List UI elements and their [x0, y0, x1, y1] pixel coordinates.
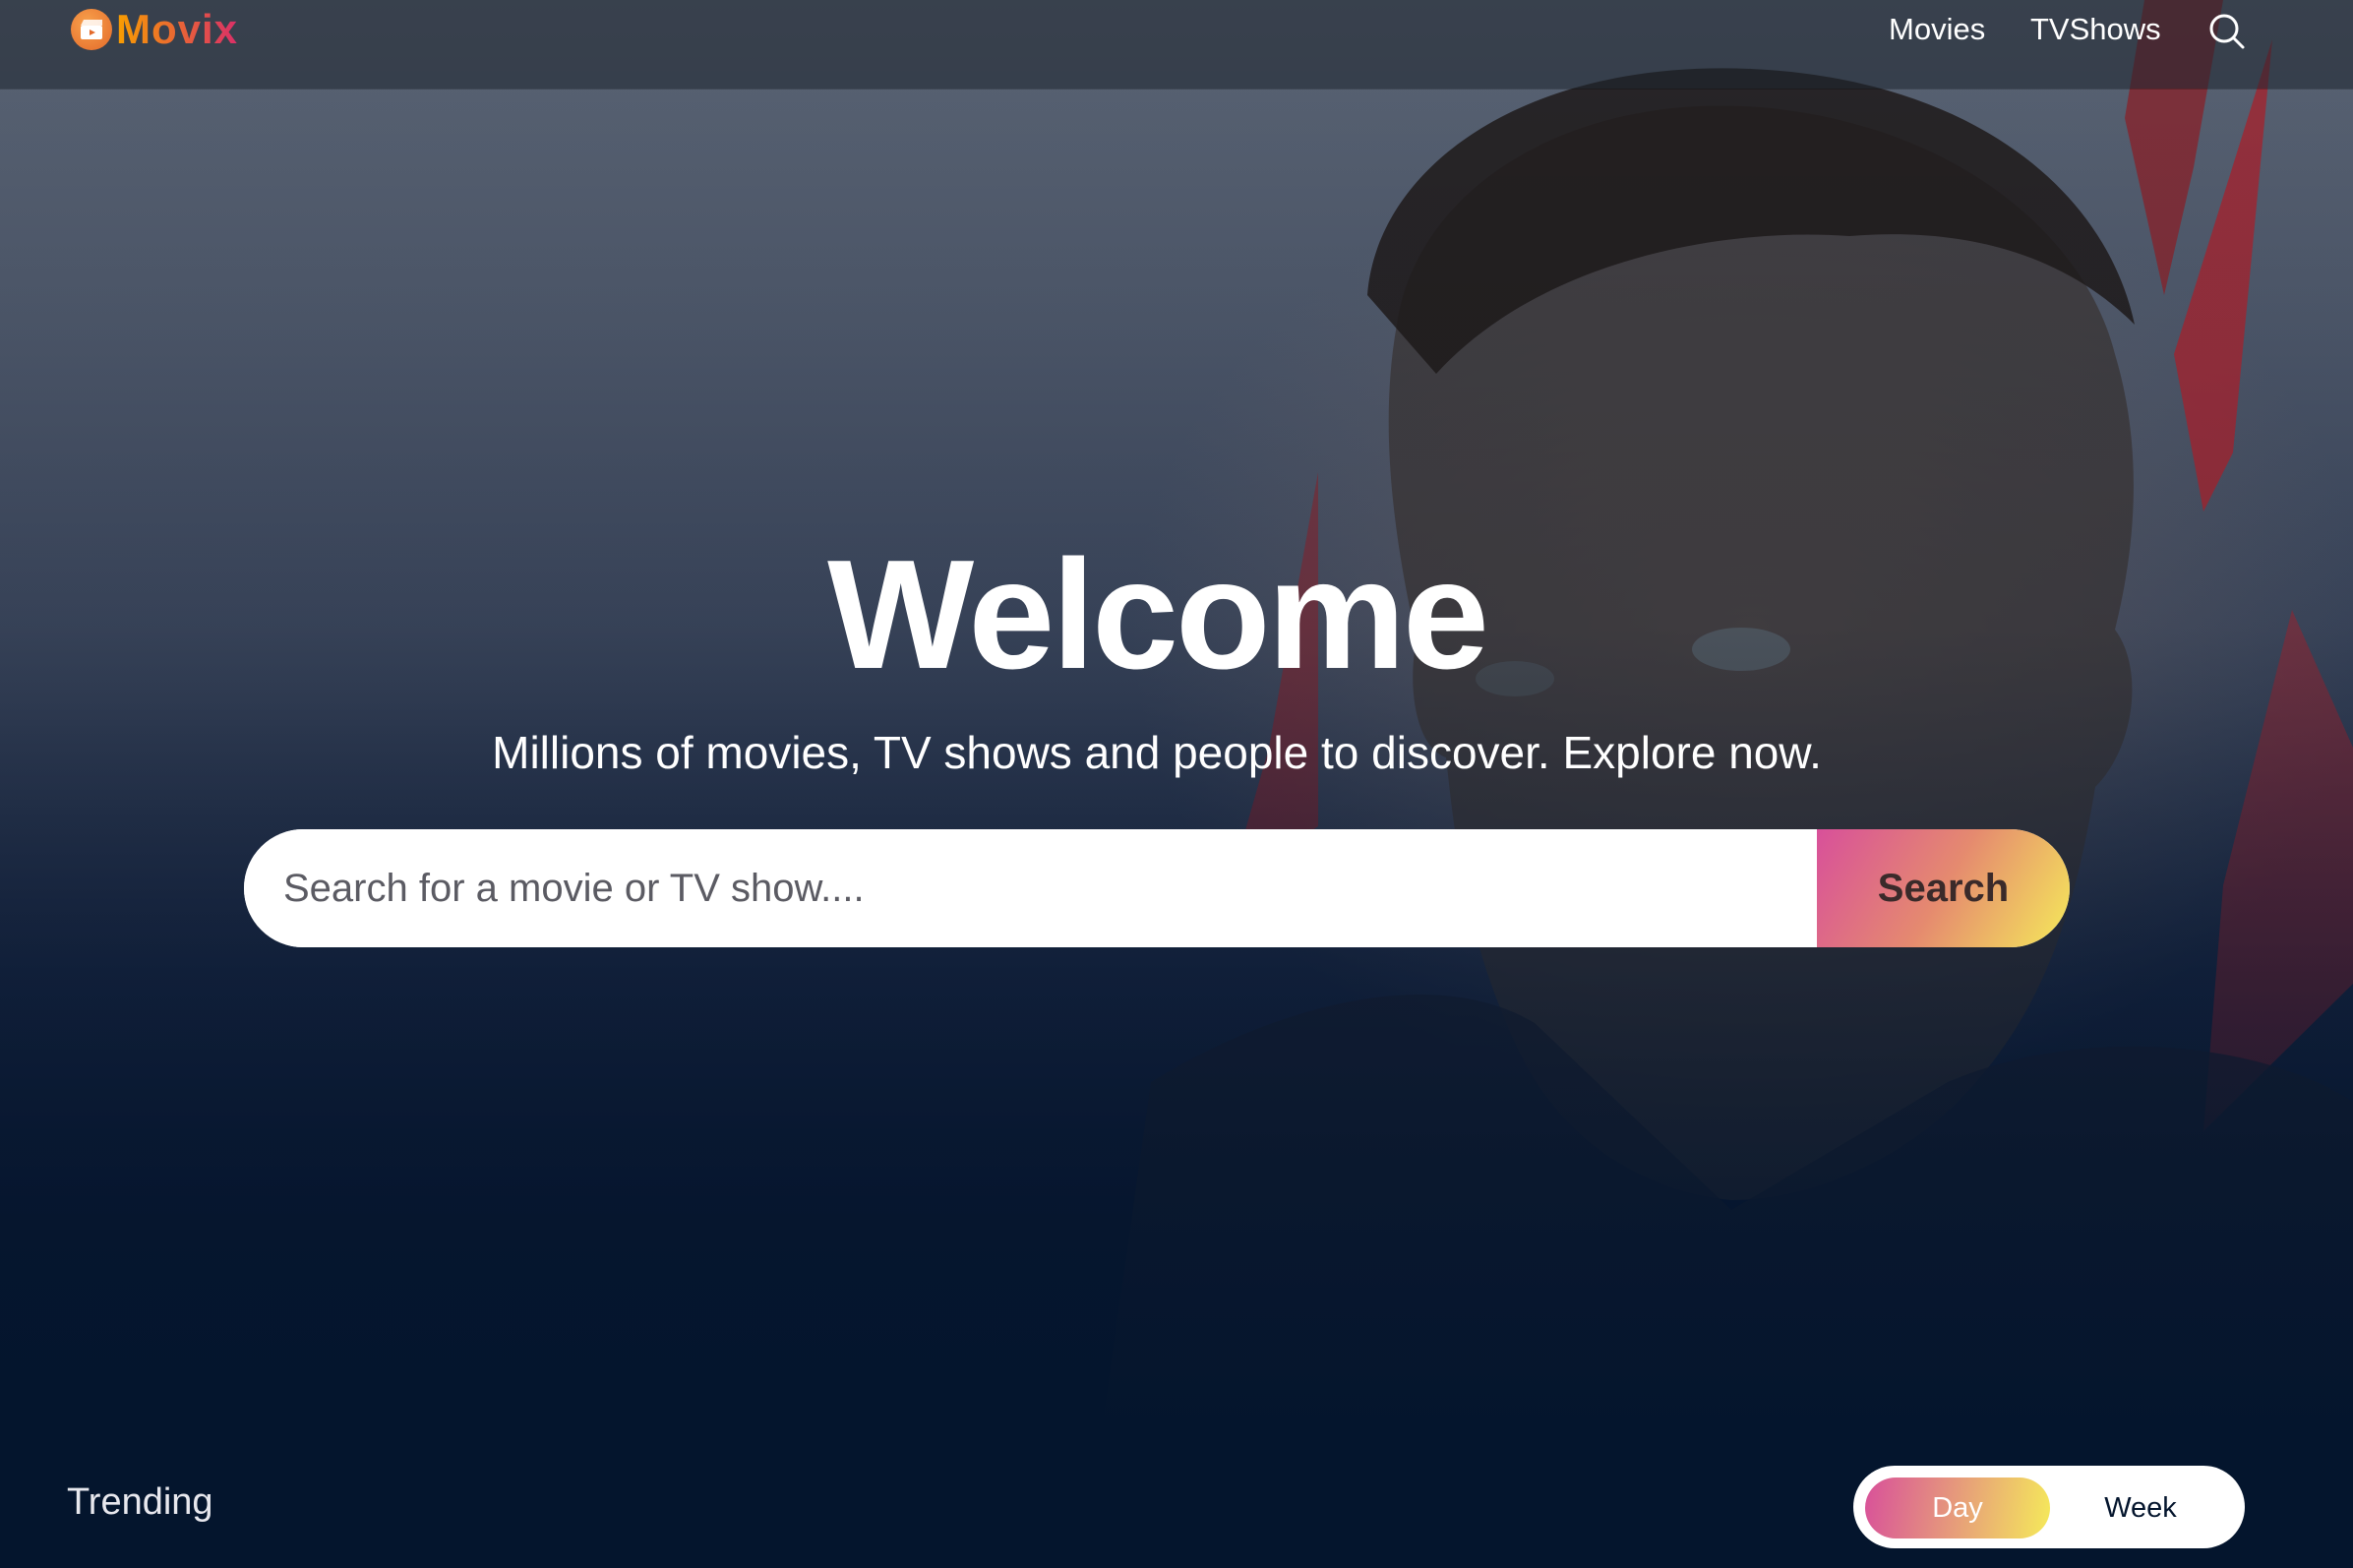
hero-overlay-gradient [0, 0, 2353, 1568]
search-input[interactable] [244, 829, 1817, 947]
tab-week[interactable]: Week [2048, 1478, 2233, 1538]
site-header: Movix Movies TVShows [0, 0, 2353, 89]
hero-title: Welcome [827, 528, 1489, 701]
logo[interactable]: Movix [71, 6, 239, 52]
nav-movies[interactable]: Movies [1889, 8, 1985, 51]
tab-day[interactable]: Day [1865, 1478, 2050, 1538]
search-button[interactable]: Search [1817, 829, 2070, 947]
nav-tvshows-label: TVShows [2030, 12, 2161, 46]
nav-tvshows[interactable]: TVShows [2030, 8, 2161, 51]
hero-backdrop-image [0, 0, 2353, 1568]
hero-search-bar: Search [244, 829, 2070, 947]
logo-icon [71, 9, 112, 50]
hero-subtitle: Millions of movies, TV shows and people … [492, 727, 1822, 778]
nav-movies-label: Movies [1889, 12, 1986, 46]
search-icon[interactable] [2207, 12, 2247, 51]
logo-text: Movix [116, 6, 239, 52]
trending-time-switch: Day Week [1853, 1466, 2245, 1548]
trending-title: Trending [67, 1481, 213, 1523]
